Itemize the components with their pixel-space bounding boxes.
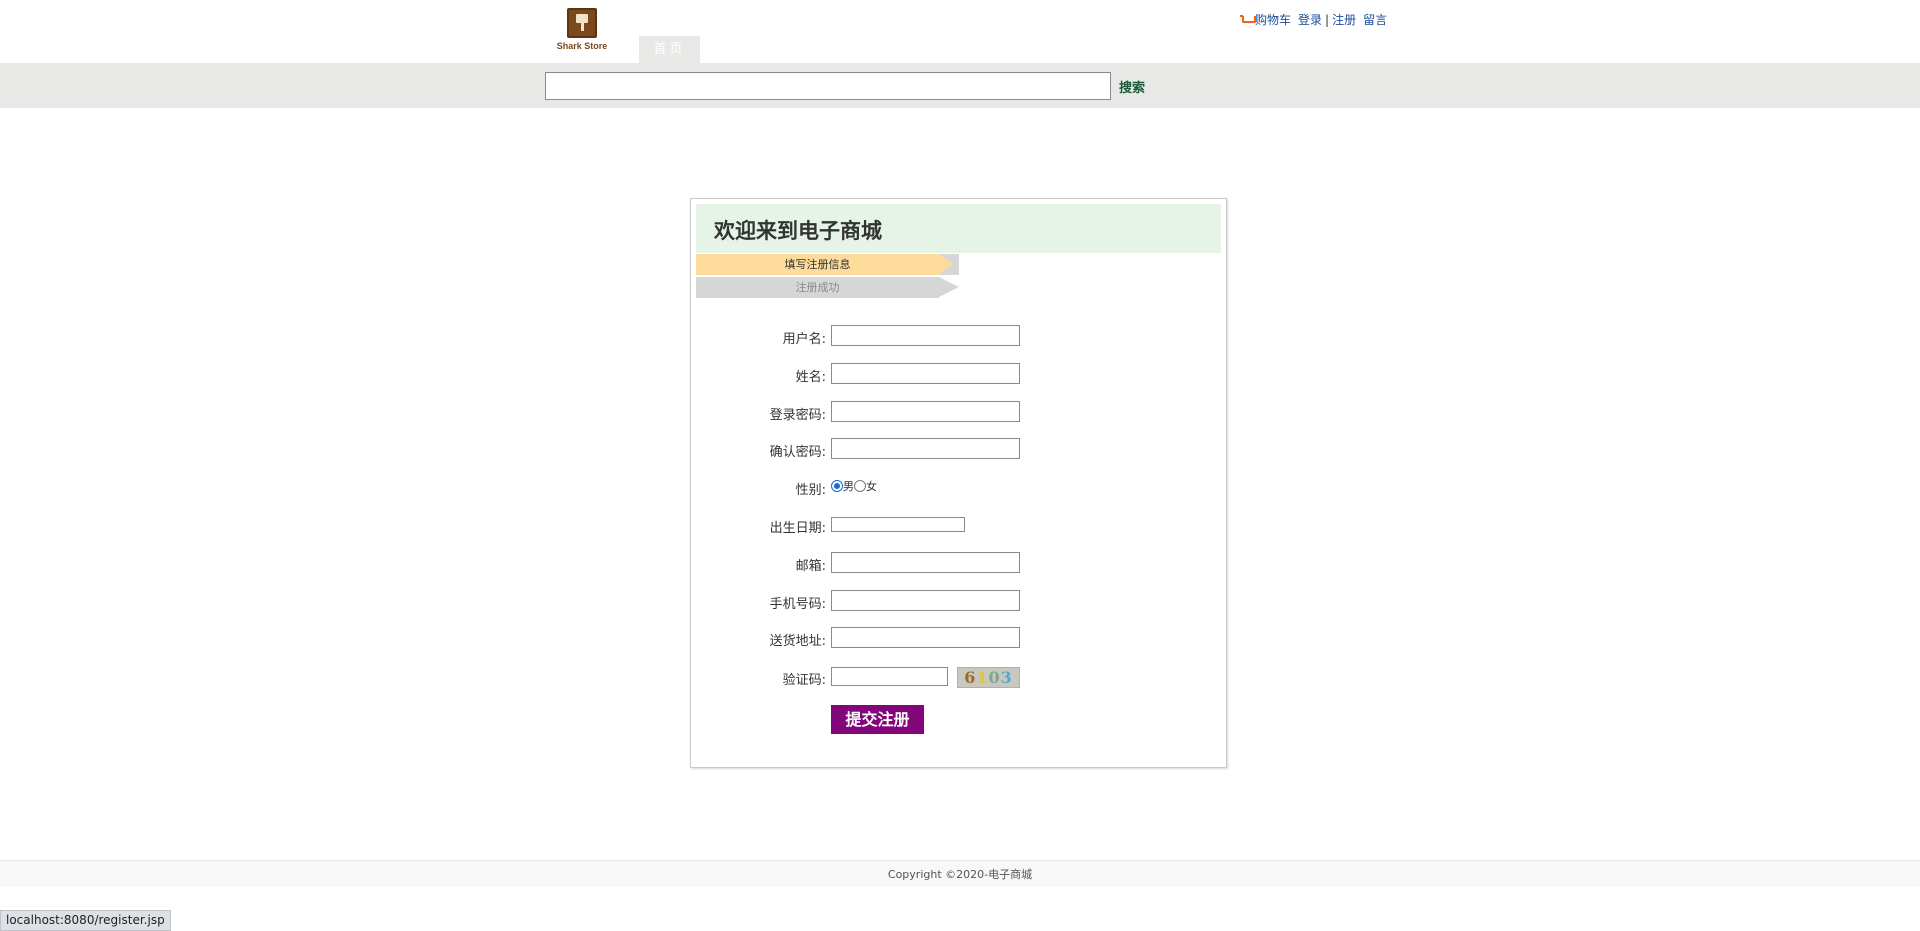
step-label: 注册成功 — [696, 277, 939, 298]
row-gender: 性别: 男女 — [691, 476, 1228, 498]
row-phone: 手机号码: — [691, 590, 1228, 612]
cart-icon — [1240, 15, 1256, 25]
login-link[interactable]: 登录 — [1298, 13, 1322, 27]
cart-link[interactable]: 购物车 — [1255, 13, 1291, 27]
row-address: 送货地址: — [691, 627, 1228, 649]
row-name: 姓名: — [691, 363, 1228, 385]
address-label: 送货地址: — [769, 634, 826, 649]
gender-label: 性别: — [795, 483, 826, 498]
captcha-image[interactable]: 6103 — [957, 667, 1020, 688]
register-panel: 欢迎来到电子商城 填写注册信息 注册成功 用户名: 姓名: 登录密码: 确认密码… — [690, 198, 1227, 768]
gender-male-label: 男 — [843, 480, 854, 493]
password-field[interactable] — [831, 401, 1020, 422]
store-logo-icon — [567, 8, 597, 38]
search-bar: 搜索 — [0, 63, 1920, 108]
gender-male-radio[interactable] — [831, 480, 843, 492]
nav-tab-home[interactable]: 首页 — [639, 36, 700, 63]
row-password: 登录密码: — [691, 401, 1228, 423]
step-arrow-icon — [939, 277, 959, 297]
step-arrow-icon — [939, 254, 953, 274]
password-label: 登录密码: — [769, 408, 826, 423]
email-label: 邮箱: — [795, 559, 826, 574]
birthdate-field[interactable] — [831, 517, 965, 532]
row-confirm-password: 确认密码: — [691, 438, 1228, 460]
register-link[interactable]: 注册 — [1332, 13, 1356, 27]
logo-text: Shark Store — [556, 41, 608, 51]
phone-field[interactable] — [831, 590, 1020, 611]
panel-title: 欢迎来到电子商城 — [714, 219, 882, 243]
captcha-label: 验证码: — [782, 673, 826, 688]
page-header: Shark Store 首页 购物车 登录 | 注册 留言 — [0, 0, 1920, 63]
step-label: 填写注册信息 — [696, 254, 939, 275]
captcha-field[interactable] — [831, 667, 948, 686]
confirm-password-field[interactable] — [831, 438, 1020, 459]
birthdate-label: 出生日期: — [769, 521, 826, 536]
gender-female-radio[interactable] — [854, 480, 866, 492]
name-label: 姓名: — [795, 370, 826, 385]
gender-radio-group: 男女 — [831, 478, 877, 494]
username-field[interactable] — [831, 325, 1020, 346]
message-link[interactable]: 留言 — [1363, 13, 1387, 27]
row-username: 用户名: — [691, 325, 1228, 347]
copyright-text: Copyright ©2020-电子商城 — [887, 868, 1033, 881]
username-label: 用户名: — [782, 332, 826, 347]
address-field[interactable] — [831, 627, 1020, 648]
name-field[interactable] — [831, 363, 1020, 384]
search-button[interactable]: 搜索 — [1119, 77, 1145, 96]
row-birthdate: 出生日期: — [691, 514, 1228, 536]
row-email: 邮箱: — [691, 552, 1228, 574]
page-footer: Copyright ©2020-电子商城 — [0, 860, 1920, 887]
link-separator: | — [1325, 13, 1330, 27]
browser-status-bar: localhost:8080/register.jsp — [0, 910, 171, 931]
row-captcha: 验证码: 6103 — [691, 666, 1228, 688]
step-register-success: 注册成功 — [696, 277, 959, 298]
step-fill-info: 填写注册信息 — [696, 254, 959, 275]
confirm-password-label: 确认密码: — [769, 445, 826, 460]
phone-label: 手机号码: — [769, 597, 826, 612]
gender-female-label: 女 — [866, 480, 877, 493]
logo[interactable]: Shark Store — [552, 6, 612, 54]
search-input[interactable] — [545, 72, 1111, 100]
email-field[interactable] — [831, 552, 1020, 573]
top-links: 购物车 登录 | 注册 留言 — [1240, 11, 1387, 28]
submit-register-button[interactable]: 提交注册 — [831, 705, 924, 734]
panel-title-bar: 欢迎来到电子商城 — [696, 204, 1221, 253]
